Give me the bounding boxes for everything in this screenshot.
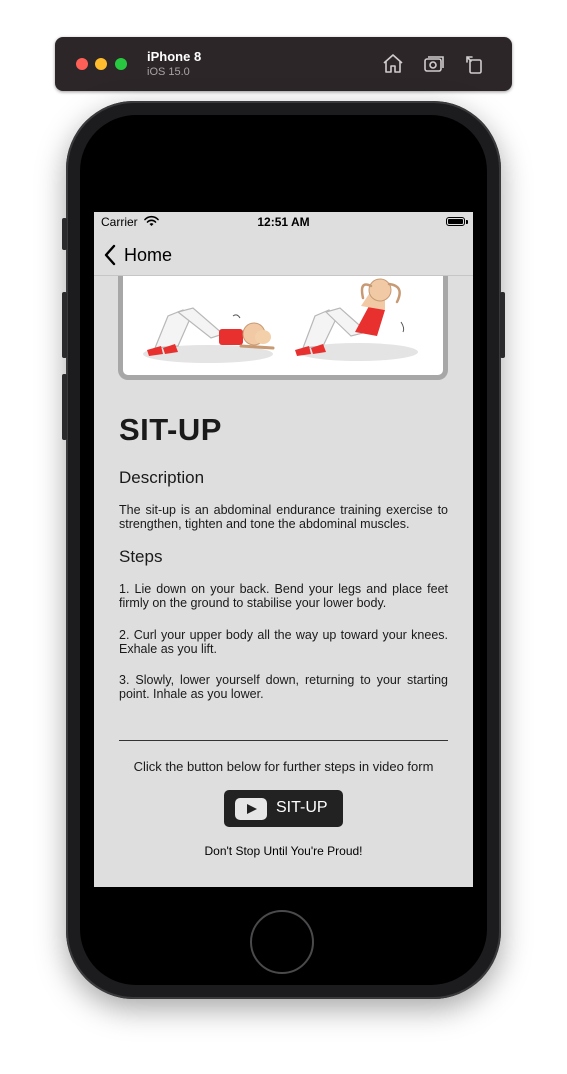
back-chevron-icon[interactable] — [103, 244, 117, 266]
clock: 12:51 AM — [257, 215, 310, 229]
simulator-toolbar: iPhone 8 iOS 15.0 — [55, 37, 512, 91]
exercise-title: SIT-UP — [119, 412, 222, 447]
status-bar: Carrier 12:51 AM — [94, 212, 473, 232]
description-text: The sit-up is an abdominal endurance tra… — [119, 503, 448, 531]
close-window-button[interactable] — [76, 58, 88, 70]
video-button-label: SIT-UP — [276, 799, 328, 816]
home-button[interactable] — [250, 910, 314, 974]
device-name: iPhone 8 — [147, 49, 202, 64]
power-button — [500, 292, 505, 358]
home-icon[interactable] — [381, 52, 405, 76]
step-3: 3. Slowly, lower yourself down, returnin… — [119, 673, 448, 701]
os-version: iOS 15.0 — [147, 66, 190, 78]
app-screen: Carrier 12:51 AM Home SIT-UP Description… — [94, 212, 473, 887]
description-heading: Description — [119, 468, 205, 487]
exercise-illustration — [118, 276, 448, 380]
youtube-play-icon — [235, 798, 267, 820]
video-hint: Click the button below for further steps… — [133, 759, 434, 774]
motto-text: Don't Stop Until You're Proud! — [204, 844, 363, 858]
step-2: 2. Curl your upper body all the way up t… — [119, 628, 448, 656]
rotate-icon[interactable] — [463, 52, 487, 76]
back-button[interactable]: Home — [124, 245, 172, 266]
battery-icon — [446, 217, 465, 226]
step-1: 1. Lie down on your back. Bend your legs… — [119, 582, 448, 610]
watch-video-button[interactable]: SIT-UP — [224, 790, 343, 827]
volume-down-button — [62, 374, 67, 440]
divider — [119, 740, 448, 741]
battery-cap — [466, 220, 468, 224]
scroll-content[interactable]: SIT-UP Description The sit-up is an abdo… — [94, 276, 473, 887]
steps-heading: Steps — [119, 547, 163, 566]
navigation-bar: Home — [94, 232, 473, 276]
mute-switch — [62, 218, 67, 250]
minimize-window-button[interactable] — [95, 58, 107, 70]
zoom-window-button[interactable] — [115, 58, 127, 70]
screenshot-icon[interactable] — [422, 52, 446, 76]
volume-up-button — [62, 292, 67, 358]
